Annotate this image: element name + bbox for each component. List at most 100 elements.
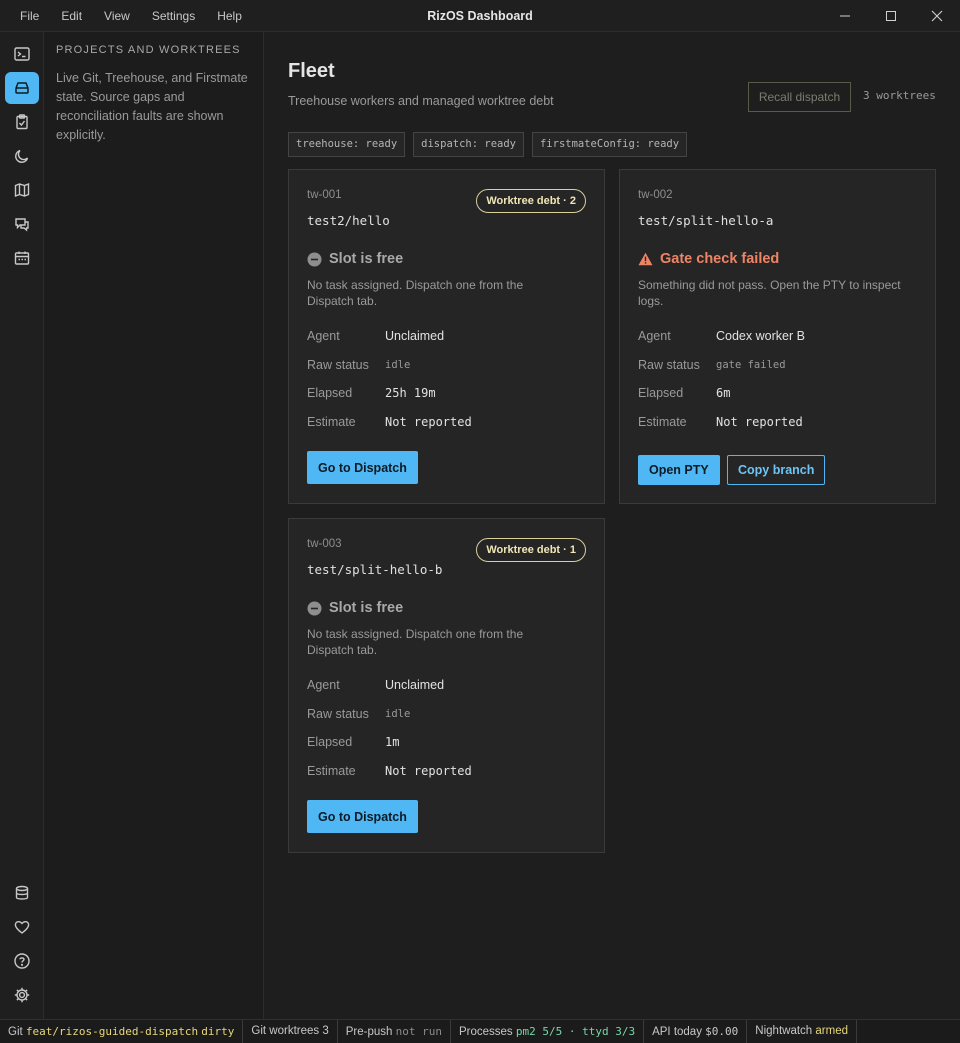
- gear-icon: [14, 987, 30, 1003]
- estimate-row: Estimate Not reported: [307, 764, 472, 778]
- chat-icon: [15, 218, 29, 232]
- git-label: Git: [8, 1025, 23, 1038]
- agent-value: Codex worker B: [716, 329, 805, 343]
- elapsed-label: Elapsed: [307, 735, 353, 749]
- map-icon: [14, 182, 30, 198]
- elapsed-label: Elapsed: [307, 386, 353, 400]
- raw-status-value: gate failed: [716, 359, 786, 371]
- estimate-label: Estimate: [638, 415, 687, 429]
- window-controls: [822, 0, 960, 32]
- raw-status-row: Raw status idle: [307, 707, 410, 721]
- git-state: dirty: [201, 1024, 235, 1038]
- estimate-value: Not reported: [385, 764, 472, 778]
- help-icon: [14, 953, 30, 969]
- activity-map[interactable]: [5, 174, 39, 206]
- terminal-icon: [14, 47, 30, 61]
- menu-settings[interactable]: Settings: [141, 0, 206, 32]
- status-nightwatch[interactable]: Nightwatch armed: [747, 1019, 857, 1043]
- agent-row: Agent Codex worker B: [638, 329, 805, 343]
- raw-status-row: Raw status idle: [307, 358, 410, 372]
- title-bar: File Edit View Settings Help RizOS Dashb…: [0, 0, 960, 32]
- estimate-label: Estimate: [307, 764, 356, 778]
- elapsed-value: 1m: [385, 735, 400, 749]
- status-api[interactable]: API today $0.00: [644, 1019, 748, 1043]
- maximize-button[interactable]: [868, 0, 914, 32]
- activity-nightwatch[interactable]: [5, 140, 39, 172]
- maximize-icon: [886, 11, 896, 21]
- clipboard-check-icon: [16, 114, 28, 130]
- menu-bar: File Edit View Settings Help: [0, 0, 253, 32]
- prepush-value: not run: [395, 1024, 442, 1038]
- worktrees-icon: [15, 82, 29, 94]
- side-panel-heading: PROJECTS AND WORKTREES: [56, 44, 241, 56]
- copy-branch-button[interactable]: Copy branch: [727, 455, 826, 485]
- minimize-button[interactable]: [822, 0, 868, 32]
- activity-help[interactable]: [5, 945, 39, 977]
- api-label: API today: [652, 1025, 702, 1038]
- page-subtitle: Treehouse workers and managed worktree d…: [288, 94, 554, 108]
- open-pty-button[interactable]: Open PTY: [638, 455, 720, 485]
- estimate-value: Not reported: [716, 415, 803, 429]
- worktree-card: tw-002 test/split-hello-a Gate check fai…: [619, 169, 936, 504]
- elapsed-label: Elapsed: [638, 386, 684, 400]
- go-to-dispatch-button[interactable]: Go to Dispatch: [307, 451, 418, 484]
- chip-treehouse: treehouse: ready: [288, 132, 406, 157]
- nightwatch-value: armed: [815, 1024, 848, 1037]
- prepush-label: Pre-push: [345, 1025, 393, 1038]
- menu-edit[interactable]: Edit: [50, 0, 93, 32]
- agent-row: Agent Unclaimed: [307, 329, 444, 343]
- estimate-value: Not reported: [385, 415, 472, 429]
- chip-firstmate-config: firstmateConfig: ready: [531, 132, 688, 157]
- activity-worktrees[interactable]: [5, 72, 39, 104]
- agent-row: Agent Unclaimed: [307, 678, 444, 692]
- worktree-count: 3 worktrees: [863, 89, 936, 102]
- minimize-icon: [840, 15, 850, 17]
- menu-file[interactable]: File: [9, 0, 50, 32]
- worktree-branch: test/split-hello-a: [638, 213, 774, 228]
- side-panel: PROJECTS AND WORKTREES Live Git, Treehou…: [44, 32, 264, 1019]
- worktree-branch: test2/hello: [307, 213, 390, 228]
- close-icon: [931, 10, 943, 22]
- worktree-branch: test/split-hello-b: [307, 562, 443, 577]
- estimate-label: Estimate: [307, 415, 356, 429]
- elapsed-row: Elapsed 6m: [638, 386, 730, 400]
- raw-status-value: idle: [385, 708, 411, 720]
- worktree-id: tw-002: [638, 189, 673, 201]
- estimate-row: Estimate Not reported: [307, 415, 472, 429]
- activity-database[interactable]: [5, 877, 39, 909]
- status-git[interactable]: Git feat/rizos-guided-dispatch dirty: [0, 1019, 244, 1043]
- activity-calendar[interactable]: [5, 242, 39, 274]
- minus-circle-icon: [307, 601, 322, 615]
- git-branch: feat/rizos-guided-dispatch: [25, 1024, 199, 1038]
- calendar-icon: [14, 251, 30, 265]
- worktree-debt-badge: Worktree debt · 2: [476, 189, 586, 213]
- status-worktrees[interactable]: Git worktrees 3: [243, 1019, 338, 1043]
- raw-status-value: idle: [385, 359, 411, 371]
- menu-view[interactable]: View: [93, 0, 141, 32]
- activity-health[interactable]: [5, 911, 39, 943]
- recall-dispatch-button[interactable]: Recall dispatch: [748, 82, 851, 112]
- chip-dispatch: dispatch: ready: [413, 132, 524, 157]
- status-description: No task assigned. Dispatch one from the …: [307, 627, 524, 657]
- heart-icon: [14, 920, 30, 934]
- worktree-debt-badge: Worktree debt · 1: [476, 538, 586, 562]
- status-description: Something did not pass. Open the PTY to …: [638, 278, 901, 308]
- status-description: No task assigned. Dispatch one from the …: [307, 278, 524, 308]
- warning-icon: [638, 252, 653, 266]
- activity-tasks[interactable]: [5, 106, 39, 138]
- moon-icon: [15, 149, 29, 163]
- raw-status-row: Raw status gate failed: [638, 358, 786, 372]
- minus-circle-icon: [307, 252, 322, 266]
- status-processes[interactable]: Processes pm2 5/5 · ttyd 3/3: [451, 1019, 645, 1043]
- agent-value: Unclaimed: [385, 678, 445, 692]
- activity-terminal[interactable]: [5, 38, 39, 70]
- nightwatch-label: Nightwatch: [755, 1024, 813, 1037]
- go-to-dispatch-button[interactable]: Go to Dispatch: [307, 800, 418, 833]
- activity-chat[interactable]: [5, 208, 39, 240]
- status-prepush[interactable]: Pre-push not run: [338, 1019, 451, 1043]
- activity-settings[interactable]: [5, 979, 39, 1011]
- agent-value: Unclaimed: [385, 329, 445, 343]
- close-button[interactable]: [914, 0, 960, 32]
- menu-help[interactable]: Help: [206, 0, 253, 32]
- raw-status-label: Raw status: [307, 358, 369, 372]
